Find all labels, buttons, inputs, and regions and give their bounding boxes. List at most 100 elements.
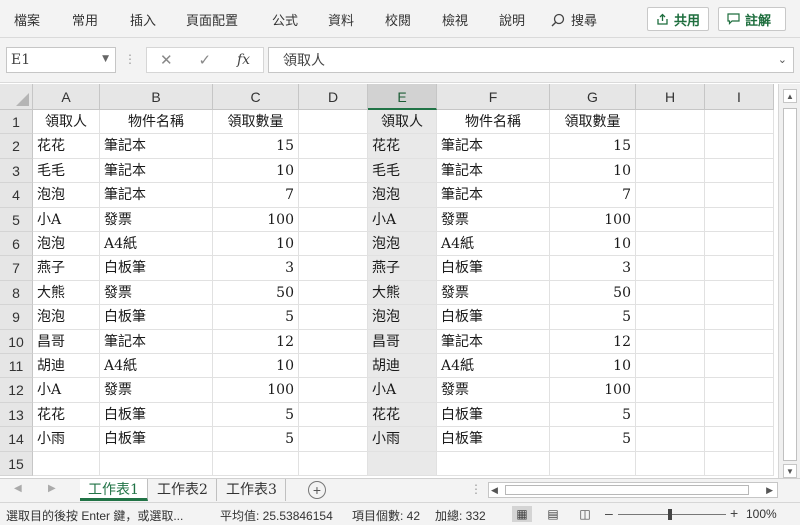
row-header-8[interactable]: 8: [0, 280, 33, 306]
column-header-i[interactable]: I: [705, 84, 774, 110]
cell-f10[interactable]: 筆記本: [437, 329, 550, 354]
cell-g7[interactable]: 3: [550, 256, 636, 281]
row-header-7[interactable]: 7: [0, 256, 33, 281]
cell-c13[interactable]: 5: [213, 402, 299, 428]
cell-c3[interactable]: 10: [213, 158, 299, 184]
cell-g2[interactable]: 15: [550, 134, 636, 159]
cell-h8[interactable]: [636, 280, 705, 306]
cell-a8[interactable]: 大熊: [33, 280, 100, 306]
expand-formula-icon[interactable]: ⌄: [778, 53, 787, 66]
cell-i14[interactable]: [705, 427, 774, 452]
cell-f13[interactable]: 白板筆: [437, 402, 550, 428]
cell-a9[interactable]: 泡泡: [33, 305, 100, 330]
cell-i5[interactable]: [705, 207, 774, 232]
cell-a11[interactable]: 胡迪: [33, 354, 100, 379]
sheet-prev-icon[interactable]: ◀: [14, 483, 22, 494]
tab-review[interactable]: 校閱: [385, 10, 411, 29]
cell-d14[interactable]: [299, 427, 368, 452]
horizontal-scrollbar[interactable]: ◀ ▶: [488, 482, 778, 498]
cell-b1[interactable]: 物件名稱: [100, 110, 213, 135]
cell-e13[interactable]: 花花: [368, 402, 437, 428]
vertical-scrollbar[interactable]: ▲ ▼: [778, 84, 800, 482]
cell-h14[interactable]: [636, 427, 705, 452]
row-header-1[interactable]: 1: [0, 110, 33, 135]
cell-b3[interactable]: 筆記本: [100, 158, 213, 184]
cell-c5[interactable]: 100: [213, 207, 299, 232]
page-break-view-icon[interactable]: ◫: [575, 506, 595, 522]
column-header-e[interactable]: E: [368, 84, 437, 110]
cell-c4[interactable]: 7: [213, 183, 299, 208]
cell-g8[interactable]: 50: [550, 280, 636, 306]
cell-a4[interactable]: 泡泡: [33, 183, 100, 208]
cell-f15[interactable]: [437, 451, 550, 476]
sheet-tab-2[interactable]: 工作表2: [149, 479, 217, 501]
cell-a6[interactable]: 泡泡: [33, 232, 100, 257]
cell-f14[interactable]: 白板筆: [437, 427, 550, 452]
scroll-down-icon[interactable]: ▼: [783, 464, 797, 478]
column-header-b[interactable]: B: [100, 84, 213, 110]
cell-d7[interactable]: [299, 256, 368, 281]
cell-i2[interactable]: [705, 134, 774, 159]
cell-g6[interactable]: 10: [550, 232, 636, 257]
cell-g12[interactable]: 100: [550, 378, 636, 403]
cell-g1[interactable]: 領取數量: [550, 110, 636, 135]
cell-d10[interactable]: [299, 329, 368, 354]
cell-b2[interactable]: 筆記本: [100, 134, 213, 159]
cell-c7[interactable]: 3: [213, 256, 299, 281]
row-header-10[interactable]: 10: [0, 329, 33, 354]
row-header-11[interactable]: 11: [0, 354, 33, 379]
row-header-6[interactable]: 6: [0, 232, 33, 257]
chevron-down-icon[interactable]: ▼: [102, 54, 109, 64]
cell-d2[interactable]: [299, 134, 368, 159]
cell-h15[interactable]: [636, 451, 705, 476]
comment-button[interactable]: 註解: [718, 7, 786, 31]
sheet-next-icon[interactable]: ▶: [48, 483, 56, 494]
cell-a7[interactable]: 燕子: [33, 256, 100, 281]
tab-formulas[interactable]: 公式: [272, 10, 298, 29]
cell-a5[interactable]: 小A: [33, 207, 100, 232]
cell-i1[interactable]: [705, 110, 774, 135]
row-header-15[interactable]: 15: [0, 451, 33, 476]
column-header-h[interactable]: H: [636, 84, 705, 110]
tab-page-layout[interactable]: 頁面配置: [186, 10, 238, 29]
row-header-3[interactable]: 3: [0, 158, 33, 184]
cell-f11[interactable]: A4紙: [437, 354, 550, 379]
cell-f1[interactable]: 物件名稱: [437, 110, 550, 135]
cell-i15[interactable]: [705, 451, 774, 476]
cell-f5[interactable]: 發票: [437, 207, 550, 232]
cell-c8[interactable]: 50: [213, 280, 299, 306]
row-header-2[interactable]: 2: [0, 134, 33, 159]
cell-a13[interactable]: 花花: [33, 402, 100, 428]
cell-h13[interactable]: [636, 402, 705, 428]
cell-c12[interactable]: 100: [213, 378, 299, 403]
cell-d3[interactable]: [299, 158, 368, 184]
cell-d15[interactable]: [299, 451, 368, 476]
cell-c6[interactable]: 10: [213, 232, 299, 257]
cell-b7[interactable]: 白板筆: [100, 256, 213, 281]
select-all-button[interactable]: [0, 84, 33, 110]
cell-e15[interactable]: [368, 451, 437, 476]
sheet-tab-1[interactable]: 工作表1: [80, 479, 148, 501]
cell-e3[interactable]: 毛毛: [368, 158, 437, 184]
cell-g10[interactable]: 12: [550, 329, 636, 354]
cell-h4[interactable]: [636, 183, 705, 208]
cell-h12[interactable]: [636, 378, 705, 403]
zoom-slider-thumb[interactable]: [668, 509, 672, 520]
cell-e10[interactable]: 昌哥: [368, 329, 437, 354]
cell-f4[interactable]: 筆記本: [437, 183, 550, 208]
cell-e2[interactable]: 花花: [368, 134, 437, 159]
cell-a15[interactable]: [33, 451, 100, 476]
row-header-12[interactable]: 12: [0, 378, 33, 403]
tab-help[interactable]: 說明: [499, 10, 525, 29]
row-header-9[interactable]: 9: [0, 305, 33, 330]
cell-d11[interactable]: [299, 354, 368, 379]
cell-b11[interactable]: A4紙: [100, 354, 213, 379]
name-box[interactable]: E1 ▼: [6, 47, 116, 73]
normal-view-icon[interactable]: ▦: [512, 506, 532, 522]
cell-i13[interactable]: [705, 402, 774, 428]
cell-d12[interactable]: [299, 378, 368, 403]
scroll-left-icon[interactable]: ◀: [491, 483, 498, 497]
column-header-g[interactable]: G: [550, 84, 636, 110]
page-layout-view-icon[interactable]: ▤: [543, 506, 563, 522]
cell-b5[interactable]: 發票: [100, 207, 213, 232]
